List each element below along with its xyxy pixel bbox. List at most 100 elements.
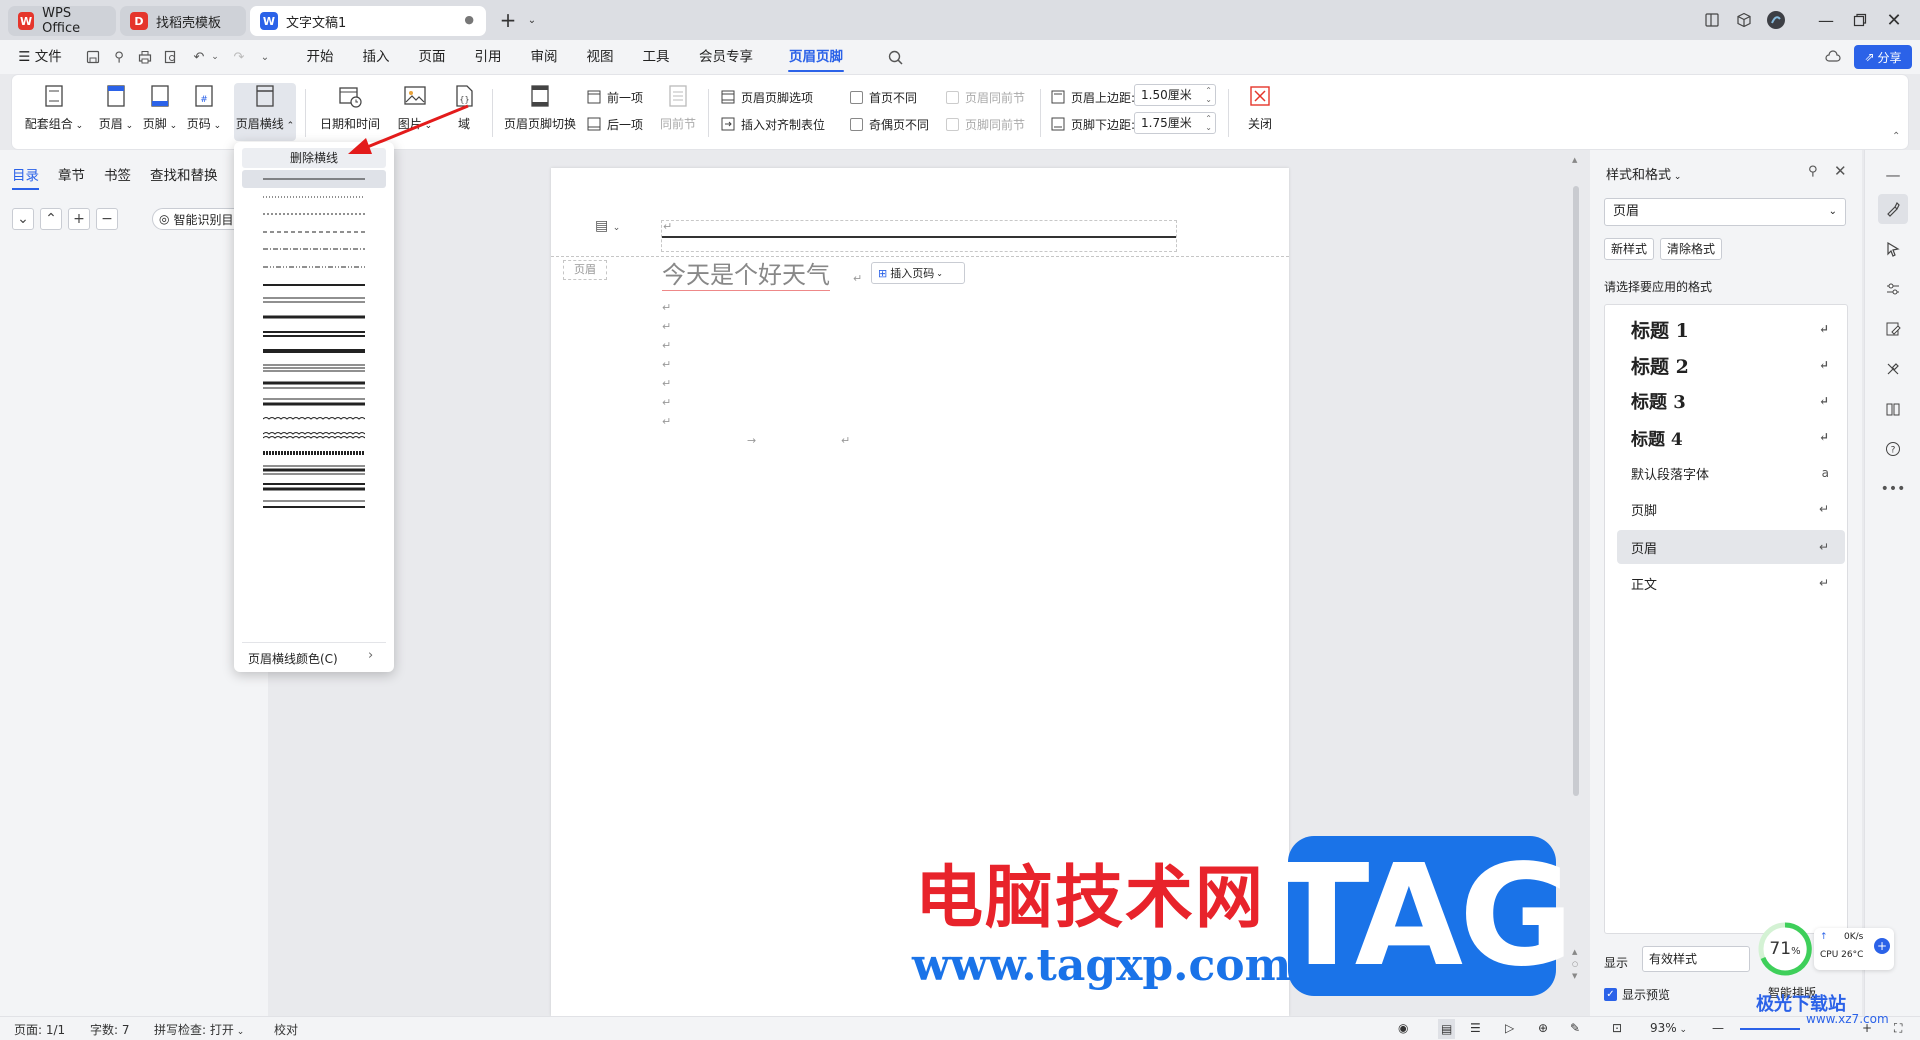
tab-docer-templates[interactable]: D 找稻壳模板 xyxy=(120,6,246,36)
collapse-up-icon[interactable]: ⌃ xyxy=(40,208,62,230)
tab-bookmarks[interactable]: 书签 xyxy=(104,164,131,184)
next-item-button[interactable]: 后一项 xyxy=(586,113,643,135)
menu-insert[interactable]: 插入 xyxy=(356,40,396,74)
same-as-previous-button[interactable]: 同前节 xyxy=(656,83,700,141)
style-heading-2[interactable]: 标题 2 ↵ xyxy=(1617,348,1845,382)
tab-toc[interactable]: 目录 xyxy=(12,164,39,190)
play-icon[interactable]: ▷ xyxy=(1505,1021,1514,1035)
insert-page-number-button[interactable]: ⊞ 插入页码 ⌄ xyxy=(871,262,965,284)
header-button[interactable]: 页眉 ⌄ xyxy=(96,83,136,141)
style-body-text[interactable]: 正文 ↵ xyxy=(1617,566,1845,600)
combo-button[interactable]: 配套组合 ⌄ xyxy=(24,83,84,141)
menu-view[interactable]: 视图 xyxy=(580,40,620,74)
first-page-different-checkbox[interactable]: 首页不同 xyxy=(850,86,917,108)
current-style-select[interactable]: 页眉 ⌄ xyxy=(1604,198,1846,226)
avatar[interactable] xyxy=(1762,8,1790,32)
collapse-ribbon-icon[interactable]: ⌃ xyxy=(1892,131,1900,142)
new-style-button[interactable]: 新样式 xyxy=(1604,238,1655,260)
style-heading-3[interactable]: 标题 3 ↵ xyxy=(1617,384,1845,418)
print-preview-icon[interactable] xyxy=(162,48,180,66)
header-top-margin-input[interactable]: 1.50厘米 ⌃ ⌄ xyxy=(1134,84,1216,106)
page-nav-icon[interactable]: ▲ ○ ▼ xyxy=(1572,946,1578,982)
tab-wps-office[interactable]: W WPS Office xyxy=(8,6,116,36)
layout-icon[interactable] xyxy=(1698,8,1726,32)
footer-same-as-previous-checkbox[interactable]: 页脚同前节 xyxy=(946,113,1025,135)
zoom-level[interactable]: 93% ⌄ xyxy=(1650,1021,1687,1035)
menu-page[interactable]: 页面 xyxy=(412,40,452,74)
edit-doc-icon[interactable] xyxy=(1882,318,1904,340)
tab-document[interactable]: W 文字文稿1 ● xyxy=(250,6,486,36)
fit-page-icon[interactable]: ⊡ xyxy=(1612,1021,1622,1035)
close-header-footer-button[interactable]: 关闭 xyxy=(1240,83,1280,141)
menu-references[interactable]: 引用 xyxy=(468,40,508,74)
tab-list-chevron-icon[interactable]: ⌄ xyxy=(518,8,546,32)
header-same-as-previous-checkbox[interactable]: 页眉同前节 xyxy=(946,86,1025,108)
layout-options-icon[interactable]: ▤ ⌄ xyxy=(595,218,620,234)
spell-check-toggle[interactable]: 拼写检查: 打开 ⌄ xyxy=(154,1021,244,1038)
spinner-arrows-icon[interactable]: ⌃ ⌄ xyxy=(1205,86,1212,104)
odd-even-different-checkbox[interactable]: 奇偶页不同 xyxy=(850,113,929,135)
add-icon[interactable]: + xyxy=(68,208,90,230)
menu-review[interactable]: 审阅 xyxy=(524,40,564,74)
vertical-scrollbar[interactable]: ▲ ▲ ○ ▼ xyxy=(1572,156,1580,996)
eye-icon[interactable]: ◉ xyxy=(1398,1021,1408,1035)
restore-icon[interactable] xyxy=(1846,8,1874,32)
save-icon[interactable] xyxy=(84,48,102,66)
tab-find-replace[interactable]: 查找和替换 xyxy=(150,164,218,184)
minimize-icon[interactable]: — xyxy=(1812,8,1840,32)
minimize-panel-icon[interactable]: — xyxy=(1882,164,1904,186)
header-line-color-item[interactable]: 页眉横线颜色(C) xyxy=(248,650,338,667)
more-chevron-icon[interactable]: ⌄ xyxy=(256,48,274,66)
page-indicator[interactable]: 页面: 1/1 xyxy=(14,1021,65,1038)
expand-down-icon[interactable]: ⌄ xyxy=(12,208,34,230)
outline-view-icon[interactable]: ☰ xyxy=(1470,1021,1481,1035)
word-count[interactable]: 字数: 7 xyxy=(90,1021,130,1038)
line-style-option[interactable] xyxy=(263,432,365,435)
previous-item-button[interactable]: 前一项 xyxy=(586,86,643,108)
style-default-paragraph-font[interactable]: 默认段落字体 a xyxy=(1617,456,1845,490)
style-brush-icon[interactable] xyxy=(1878,194,1908,224)
spinner-arrows-icon[interactable]: ⌃ ⌄ xyxy=(1205,114,1212,132)
pen-icon[interactable]: ✎ xyxy=(1570,1021,1580,1035)
fullscreen-icon[interactable]: ⛶ xyxy=(1894,1021,1902,1036)
book-icon[interactable] xyxy=(1882,398,1904,420)
file-menu[interactable]: ☰ 文件 xyxy=(16,40,64,74)
menu-home[interactable]: 开始 xyxy=(300,40,340,74)
clear-format-button[interactable]: 清除格式 xyxy=(1660,238,1723,260)
tab-chapters[interactable]: 章节 xyxy=(58,164,85,184)
insert-align-tab-button[interactable]: 插入对齐制表位 xyxy=(720,113,825,135)
undo-dropdown-icon[interactable]: ⌄ xyxy=(206,48,224,66)
style-heading-4[interactable]: 标题 4 ↵ xyxy=(1617,420,1845,454)
footer-bottom-margin-input[interactable]: 1.75厘米 ⌃ ⌄ xyxy=(1134,112,1216,134)
page-number-button[interactable]: # 页码 ⌄ xyxy=(184,83,224,141)
header-footer-options-button[interactable]: 页眉页脚选项 xyxy=(720,86,813,108)
scroll-up-icon[interactable]: ▲ xyxy=(1572,156,1577,164)
header-line-button[interactable]: 页眉横线 ⌃ xyxy=(234,83,296,141)
line-style-list[interactable] xyxy=(263,142,365,642)
style-heading-1[interactable]: 标题 1 ↵ xyxy=(1617,312,1845,346)
unsaved-dot-icon[interactable]: ● xyxy=(464,13,474,26)
display-filter-select[interactable]: 有效样式 xyxy=(1642,946,1750,972)
line-style-option[interactable] xyxy=(263,417,365,420)
tools-icon[interactable] xyxy=(1882,358,1904,380)
zoom-slider[interactable] xyxy=(1740,1028,1800,1030)
line-style-option[interactable] xyxy=(263,436,365,439)
sliders-icon[interactable] xyxy=(1882,278,1904,300)
link-icon[interactable]: ⚲ xyxy=(110,48,128,66)
proofread-button[interactable]: 校对 xyxy=(274,1021,298,1038)
more-icon[interactable]: ••• xyxy=(1881,478,1906,500)
zoom-out-icon[interactable]: — xyxy=(1712,1021,1724,1035)
share-button[interactable]: ⇗ 分享 xyxy=(1854,45,1912,69)
body-text[interactable]: 今天是个好天气 xyxy=(662,260,830,291)
show-preview-checkbox[interactable]: ✓ 显示预览 xyxy=(1604,986,1670,1003)
menu-tools[interactable]: 工具 xyxy=(636,40,676,74)
web-view-icon[interactable]: ⊕ xyxy=(1538,1021,1548,1035)
footer-button[interactable]: 页脚 ⌄ xyxy=(140,83,180,141)
redo-icon[interactable]: ↷ xyxy=(230,48,248,66)
add-icon[interactable]: + xyxy=(1874,938,1890,954)
style-footer[interactable]: 页脚 ↵ xyxy=(1617,492,1845,526)
page-view-icon[interactable]: ▤ xyxy=(1438,1019,1456,1039)
close-panel-icon[interactable]: ✕ xyxy=(1834,162,1847,180)
remove-icon[interactable]: − xyxy=(96,208,118,230)
print-icon[interactable] xyxy=(136,48,154,66)
